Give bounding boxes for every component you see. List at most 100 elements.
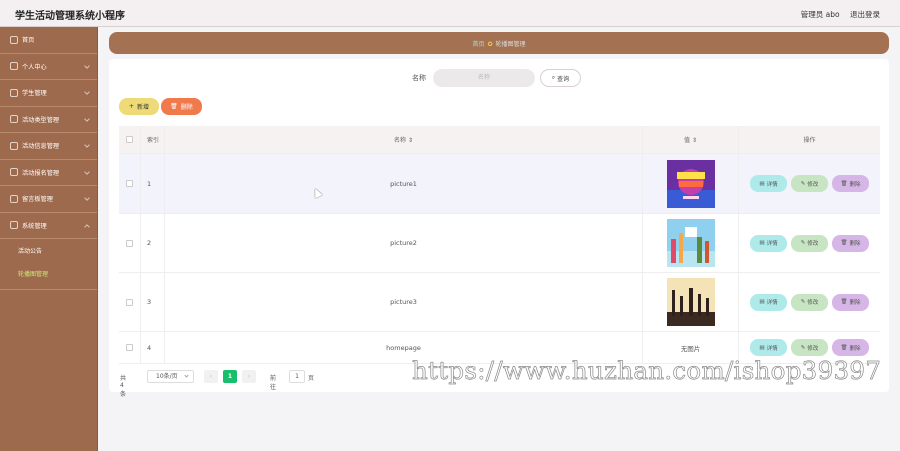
add-button-label: 新增	[137, 104, 150, 111]
edit-icon: ✎	[800, 180, 806, 187]
delete-label: 删除	[849, 300, 861, 306]
add-button[interactable]: + 新增	[119, 98, 159, 115]
sidebar-item-label: 个人中心	[22, 63, 47, 71]
delete-button[interactable]: 🗑 删除	[832, 175, 869, 192]
search-icon: ⌕	[551, 74, 556, 81]
sidebar-item-activity-types[interactable]: 活动类型管理	[0, 107, 97, 133]
row-ops: ▤ 详情 ✎ 修改 🗑 删除	[739, 273, 880, 331]
next-page-button[interactable]: ›	[242, 370, 256, 383]
system-icon	[10, 221, 18, 230]
trash-icon: 🗑	[840, 180, 848, 187]
edit-button[interactable]: ✎ 修改	[791, 293, 828, 311]
row-index: 3	[141, 273, 165, 331]
chevron-down-icon	[84, 62, 90, 69]
star-icon: ✪	[487, 41, 493, 48]
row-value-cell	[643, 273, 739, 331]
row-checkbox[interactable]	[126, 298, 133, 306]
chevron-down-icon	[84, 89, 90, 95]
breadcrumb-home[interactable]: 首页	[472, 41, 484, 48]
sidebar-subitem-carousel[interactable]: 轮播图管理	[0, 262, 97, 285]
table-row: 1 picture1 ▤ 详情 ✎ 修改 🗑 删除	[119, 154, 880, 214]
edit-icon: ✎	[800, 299, 806, 305]
row-check-cell	[119, 273, 141, 331]
row-name: picture2	[165, 214, 643, 272]
detail-label: 详情	[766, 181, 778, 188]
delete-button[interactable]: 🗑 删除	[832, 234, 869, 252]
user-label: 管理员 abo	[800, 10, 840, 19]
data-table: 索引 名称 ⇕ 值 ⇕ 操作 1 picture1 ▤ 详情 ✎ 修改 🗑 删除…	[119, 126, 880, 364]
header-name[interactable]: 名称 ⇕	[165, 126, 643, 153]
row-ops: ▤ 详情 ✎ 修改 🗑 删除	[739, 154, 880, 213]
detail-button[interactable]: ▤ 详情	[750, 234, 787, 252]
edit-label: 修改	[807, 345, 819, 352]
watermark-text: https://www.huzhan.com/ishop39397	[412, 356, 882, 386]
detail-icon: ▤	[759, 299, 765, 305]
signup-icon	[10, 168, 18, 177]
page-size-select[interactable]: 10条/页	[147, 370, 194, 383]
current-page-button[interactable]: 1	[223, 370, 237, 383]
select-all-checkbox[interactable]	[126, 136, 133, 143]
detail-button[interactable]: ▤ 详情	[750, 339, 787, 356]
carousel-image-thumbnail[interactable]	[666, 219, 715, 267]
row-checkbox[interactable]	[126, 344, 133, 351]
sidebar-item-home[interactable]: 首页	[0, 27, 97, 54]
delete-button[interactable]: 🗑 删除	[832, 293, 869, 311]
prev-page-button[interactable]: ‹	[204, 370, 218, 383]
sidebar-item-activity-signup[interactable]: 活动报名管理	[0, 160, 97, 186]
row-name: picture1	[165, 154, 643, 213]
edit-label: 修改	[807, 241, 819, 247]
content-panel: 名称 ⌕查询 +新增 🗑删除 索引 名称 ⇕ 值 ⇕ 操作 1 picture1	[109, 59, 889, 398]
select-all-cell	[119, 126, 141, 153]
logout-link[interactable]: 退出登录	[850, 10, 880, 19]
detail-button[interactable]: ▤ 详情	[750, 293, 787, 311]
carousel-image-thumbnail[interactable]	[666, 278, 715, 326]
sidebar-item-students[interactable]: 学生管理	[0, 80, 97, 107]
message-icon	[10, 194, 18, 203]
trash-icon: 🗑	[840, 344, 848, 351]
detail-icon: ▤	[759, 240, 765, 246]
edit-button[interactable]: ✎ 修改	[791, 339, 828, 356]
sidebar-item-activity-info[interactable]: 活动信息管理	[0, 133, 97, 160]
pagination-total: 共 4 条	[120, 375, 127, 398]
page-size-value: 10条/页	[156, 373, 178, 380]
carousel-image-thumbnail[interactable]	[666, 159, 715, 208]
page-suffix: 页	[308, 375, 315, 382]
sidebar-item-message-board[interactable]: 留言板管理	[0, 186, 97, 213]
app-title: 学生活动管理系统小程序	[15, 11, 125, 22]
table-header: 索引 名称 ⇕ 值 ⇕ 操作	[119, 126, 880, 154]
header-index: 索引	[141, 126, 165, 153]
edit-button[interactable]: ✎ 修改	[791, 234, 828, 252]
delete-button[interactable]: 🗑 删除	[832, 339, 869, 356]
detail-button[interactable]: ▤ 详情	[750, 175, 787, 192]
search-input[interactable]	[433, 69, 535, 87]
row-check-cell	[119, 214, 141, 272]
chevron-down-icon	[84, 142, 90, 148]
row-checkbox[interactable]	[126, 239, 133, 247]
edit-button[interactable]: ✎ 修改	[791, 175, 828, 192]
header-ops: 操作	[803, 137, 816, 144]
sidebar-item-profile[interactable]: 个人中心	[0, 54, 97, 80]
edit-label: 修改	[807, 181, 819, 188]
chevron-up-icon	[84, 223, 90, 230]
trash-icon: 🗑	[170, 103, 178, 110]
sidebar-item-label: 留言板管理	[22, 196, 53, 204]
edit-icon: ✎	[800, 240, 806, 246]
edit-label: 修改	[807, 300, 819, 306]
batch-delete-button[interactable]: 🗑 删除	[161, 98, 202, 115]
user-icon	[10, 62, 18, 71]
top-right: 管理员 abo 退出登录	[793, 9, 880, 20]
search-label: 名称	[412, 74, 426, 82]
goto-page-input[interactable]: 1	[289, 370, 305, 383]
search-button[interactable]: ⌕ 查询	[540, 69, 581, 87]
row-index: 2	[141, 214, 165, 272]
sidebar-subitem-announcements[interactable]: 活动公告	[0, 239, 97, 262]
detail-label: 详情	[766, 300, 778, 306]
header-value[interactable]: 值 ⇕	[643, 126, 739, 153]
row-name: picture3	[165, 273, 643, 331]
row-index: 1	[141, 154, 165, 213]
row-checkbox[interactable]	[126, 180, 133, 187]
student-icon	[10, 88, 18, 97]
row-value-cell	[643, 214, 739, 272]
sidebar-item-system[interactable]: 系统管理	[0, 213, 97, 239]
sidebar-item-label: 活动类型管理	[22, 116, 60, 124]
